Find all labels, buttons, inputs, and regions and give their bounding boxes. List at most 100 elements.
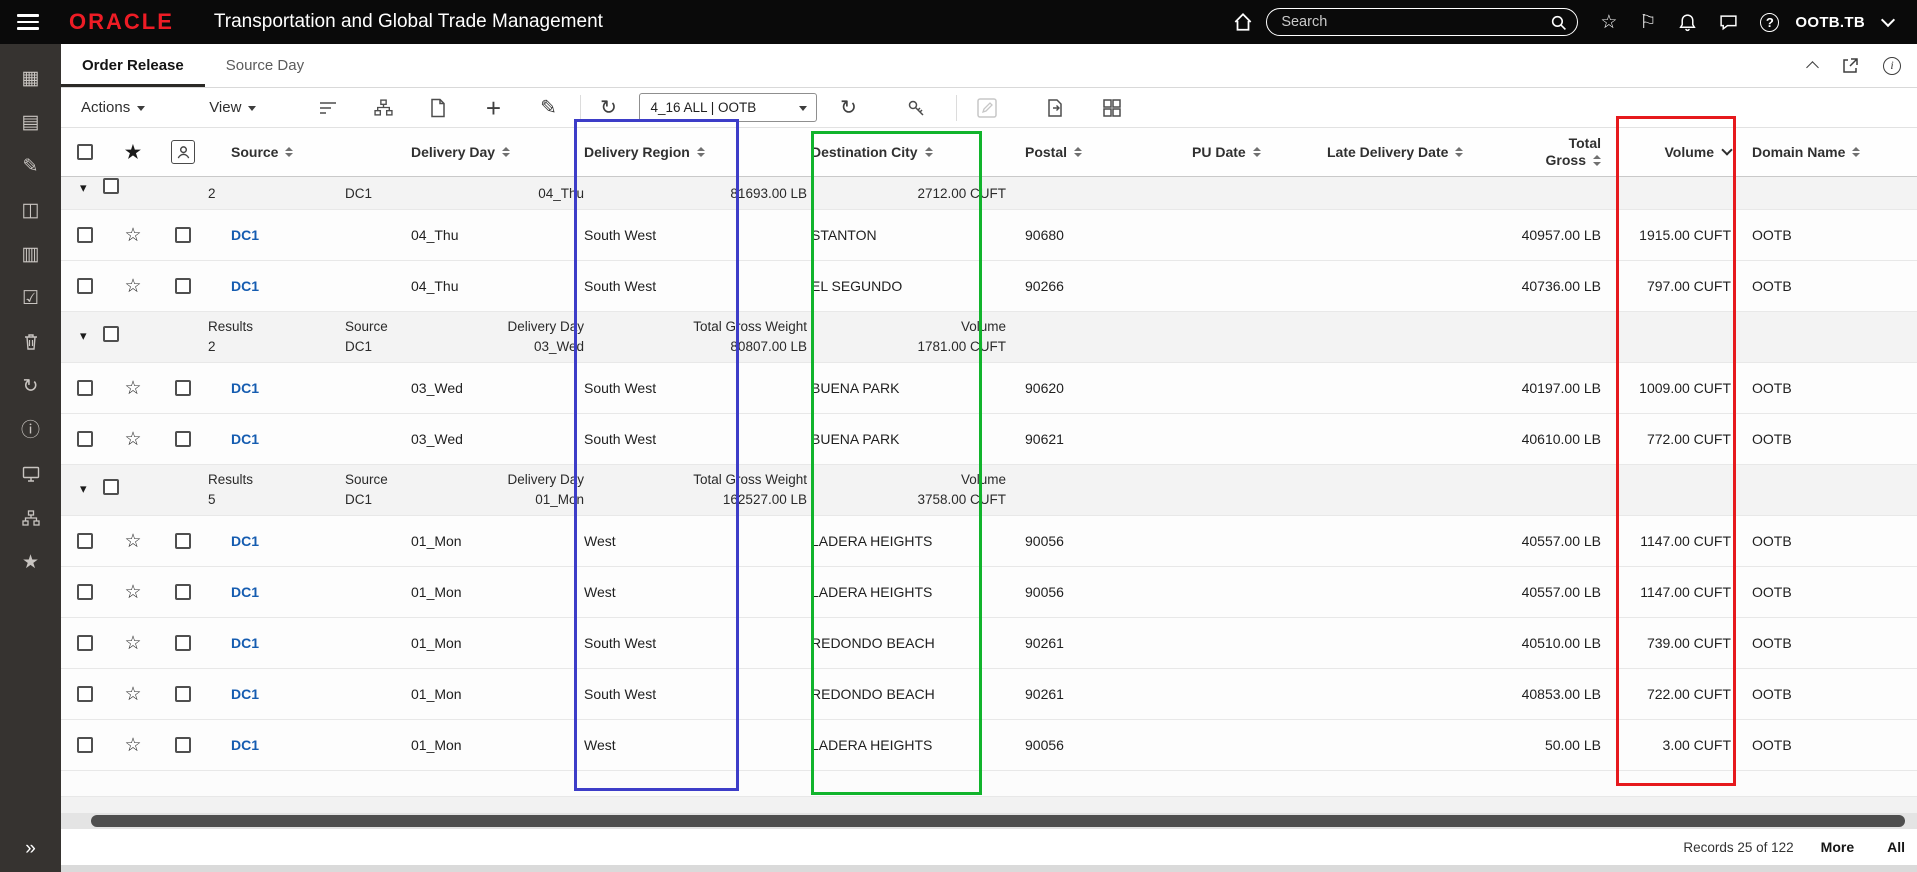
source-link[interactable]: DC1 [231, 380, 259, 396]
column-header-destination-city[interactable]: Destination City [799, 128, 974, 176]
network-icon[interactable] [0, 496, 61, 540]
reload-icon[interactable]: ↻ [836, 96, 860, 120]
column-header-delivery-region[interactable]: Delivery Region [574, 128, 739, 176]
sidebar-expand-icon[interactable]: » [0, 838, 61, 860]
row-checkbox[interactable] [77, 278, 93, 294]
row-secondary-checkbox[interactable] [175, 380, 191, 396]
user-menu-chevron-icon[interactable] [1880, 12, 1896, 27]
select-all-checkbox[interactable] [77, 144, 93, 160]
source-link[interactable]: DC1 [231, 278, 259, 294]
document-check-icon[interactable]: ☑ [0, 276, 61, 320]
column-header-delivery-day[interactable]: Delivery Day [399, 128, 574, 176]
row-secondary-checkbox[interactable] [175, 533, 191, 549]
source-link[interactable]: DC1 [231, 686, 259, 702]
column-header-domain-name[interactable]: Domain Name [1746, 128, 1876, 176]
copy-icon[interactable]: ◫ [0, 188, 61, 232]
row-favorite-star-icon[interactable]: ☆ [124, 736, 141, 755]
row-secondary-checkbox[interactable] [175, 227, 191, 243]
grid-layout-icon[interactable] [1100, 96, 1124, 120]
row-checkbox[interactable] [77, 380, 93, 396]
row-checkbox[interactable] [77, 737, 93, 753]
notifications-bell-icon[interactable] [1678, 13, 1697, 32]
all-button[interactable]: All [1887, 839, 1905, 855]
row-secondary-checkbox[interactable] [175, 431, 191, 447]
row-checkbox[interactable] [77, 635, 93, 651]
row-favorite-star-icon[interactable]: ☆ [124, 226, 141, 245]
edit-pencil-icon[interactable]: ✎ [536, 96, 560, 120]
info-icon[interactable]: ⓘ [0, 408, 61, 452]
source-link[interactable]: DC1 [231, 635, 259, 651]
row-checkbox[interactable] [77, 431, 93, 447]
column-header-volume[interactable]: Volume [1611, 128, 1741, 176]
source-link[interactable]: DC1 [231, 584, 259, 600]
planning-grid-icon[interactable]: ▥ [0, 232, 61, 276]
horizontal-scrollbar[interactable] [61, 813, 1917, 829]
hierarchy-view-icon[interactable] [371, 96, 395, 120]
group-expand-triangle-icon[interactable]: ▾ [80, 181, 87, 194]
group-checkbox[interactable] [103, 479, 119, 495]
favorites-column-icon[interactable]: ★ [125, 142, 141, 163]
row-checkbox[interactable] [77, 533, 93, 549]
panel-info-icon[interactable]: i [1883, 56, 1901, 75]
collapse-panel-icon[interactable] [1806, 61, 1819, 74]
tab-source-day[interactable]: Source Day [205, 44, 325, 87]
row-favorite-star-icon[interactable]: ☆ [124, 532, 141, 551]
assignee-column-icon[interactable] [171, 140, 195, 164]
row-checkbox[interactable] [77, 584, 93, 600]
view-button[interactable]: View [209, 99, 257, 116]
source-link[interactable]: DC1 [231, 533, 259, 549]
workbench-icon[interactable]: ▦ [0, 56, 61, 100]
trash-icon[interactable] [0, 320, 61, 364]
row-secondary-checkbox[interactable] [175, 686, 191, 702]
menu-icon[interactable] [17, 14, 39, 30]
row-secondary-checkbox[interactable] [175, 635, 191, 651]
more-button[interactable]: More [1821, 839, 1854, 855]
row-secondary-checkbox[interactable] [175, 584, 191, 600]
tab-order-release[interactable]: Order Release [61, 44, 205, 87]
row-favorite-star-icon[interactable]: ☆ [124, 634, 141, 653]
flag-icon[interactable]: ⚐ [1639, 13, 1656, 32]
group-checkbox[interactable] [103, 326, 119, 342]
source-link[interactable]: DC1 [231, 227, 259, 243]
row-favorite-star-icon[interactable]: ☆ [124, 277, 141, 296]
chat-icon[interactable] [1719, 13, 1738, 32]
column-header-pu-date[interactable]: PU Date [1176, 128, 1296, 176]
column-header-source[interactable]: Source [209, 128, 399, 176]
search-icon[interactable] [1550, 14, 1567, 31]
open-in-new-icon[interactable] [1841, 57, 1859, 75]
row-favorite-star-icon[interactable]: ☆ [124, 583, 141, 602]
source-link[interactable]: DC1 [231, 431, 259, 447]
column-header-postal[interactable]: Postal [1011, 128, 1141, 176]
column-header-total-gross[interactable]: Total Gross [1441, 128, 1611, 176]
username-label[interactable]: OOTB.TB [1795, 14, 1865, 31]
row-secondary-checkbox[interactable] [175, 737, 191, 753]
row-favorite-star-icon[interactable]: ☆ [124, 379, 141, 398]
new-document-icon[interactable] [426, 96, 450, 120]
sync-icon[interactable]: ↻ [0, 364, 61, 408]
add-icon[interactable]: + [481, 95, 505, 121]
export-icon[interactable] [1043, 96, 1067, 120]
refresh-results-icon[interactable]: ↻ [596, 96, 620, 120]
actions-button[interactable]: Actions [81, 99, 146, 116]
row-checkbox[interactable] [77, 227, 93, 243]
scrollbar-thumb[interactable] [91, 815, 1905, 827]
group-expand-triangle-icon[interactable]: ▾ [80, 329, 87, 342]
row-checkbox[interactable] [77, 686, 93, 702]
help-icon[interactable]: ? [1760, 12, 1780, 32]
sort-filter-icon[interactable] [316, 96, 340, 120]
order-entry-icon[interactable]: ✎ [0, 144, 61, 188]
key-icon[interactable] [904, 96, 928, 120]
row-favorite-star-icon[interactable]: ☆ [124, 685, 141, 704]
group-expand-triangle-icon[interactable]: ▾ [80, 482, 87, 495]
row-favorite-star-icon[interactable]: ☆ [124, 430, 141, 449]
saved-search-dropdown[interactable]: 4_16 ALL | OOTB [639, 93, 818, 122]
group-checkbox[interactable] [103, 178, 119, 194]
favorites-star-icon[interactable]: ★ [0, 540, 61, 584]
shipments-icon[interactable]: ▤ [0, 100, 61, 144]
monitor-icon[interactable] [0, 452, 61, 496]
row-secondary-checkbox[interactable] [175, 278, 191, 294]
home-icon[interactable] [1232, 11, 1254, 33]
search-input[interactable] [1281, 14, 1551, 30]
source-link[interactable]: DC1 [231, 737, 259, 753]
favorites-icon[interactable]: ☆ [1600, 13, 1617, 32]
